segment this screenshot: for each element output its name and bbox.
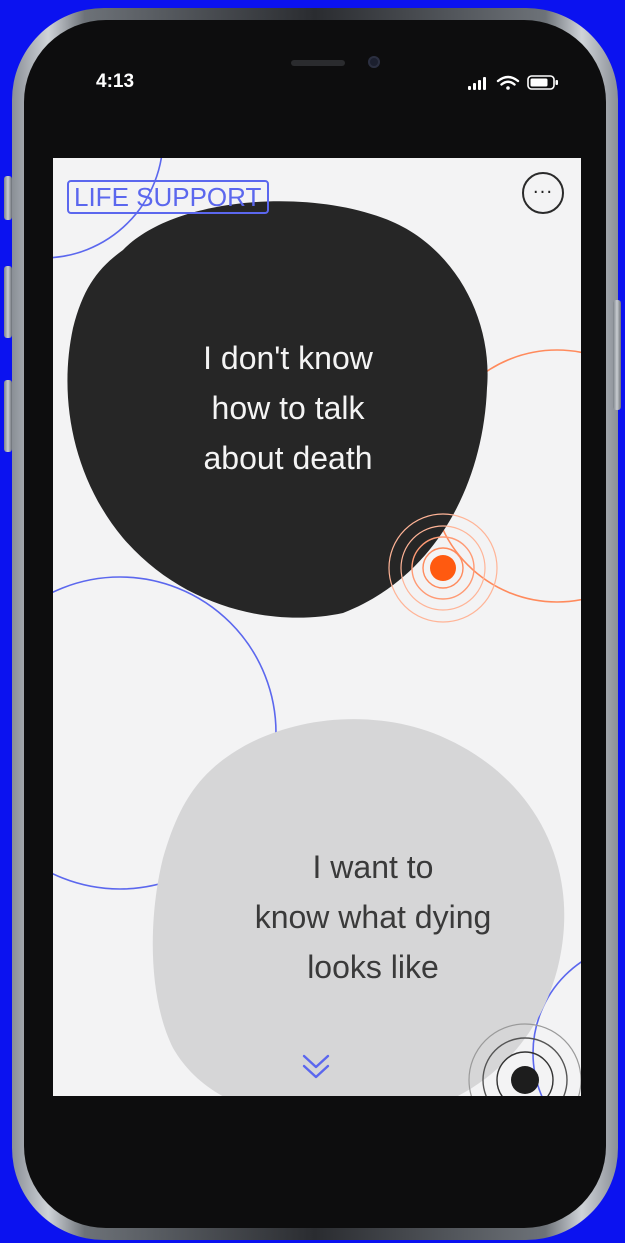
mute-switch [4, 176, 12, 220]
power-button [613, 300, 621, 410]
earpiece-speaker [291, 60, 345, 66]
app-mockup: 4:13 LIFE SUPPORT ··· I don't know how t… [0, 0, 625, 1243]
app-logo[interactable]: LIFE SUPPORT [67, 180, 269, 214]
status-time: 4:13 [96, 71, 135, 92]
more-horizontal-icon: ··· [532, 182, 554, 203]
card-dark-text: I don't know how to talk about death [203, 340, 373, 476]
app-screen[interactable]: LIFE SUPPORT ··· I don't know how to tal… [53, 158, 581, 1096]
more-menu-button[interactable]: ··· [522, 172, 564, 214]
volume-up-button [4, 266, 12, 338]
signal-icon [468, 77, 486, 90]
status-icons [468, 75, 558, 90]
volume-down-button [4, 380, 12, 452]
double-chevron-down-icon[interactable] [299, 1050, 333, 1084]
front-camera [368, 56, 380, 68]
wifi-icon [496, 75, 520, 90]
logo-text: LIFE SUPPORT [74, 182, 262, 212]
card-light-text: I want to know what dying looks like [254, 849, 492, 985]
battery-icon [527, 75, 558, 90]
